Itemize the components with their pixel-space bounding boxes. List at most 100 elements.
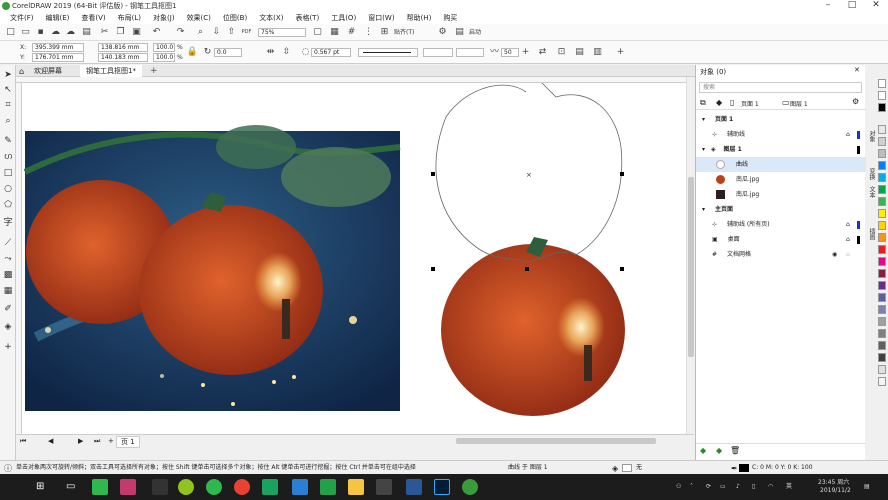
swatch-black[interactable] [878,103,886,112]
save-icon[interactable]: ▪ [34,26,47,39]
close-curve-icon[interactable]: ⊡ [555,46,568,59]
task-view-icon[interactable]: ▭ [66,481,75,492]
reverse-direction-icon[interactable]: ⇄ [536,46,549,59]
drop-shadow-icon[interactable]: ▩ [2,269,14,281]
taskbar-game-icon[interactable] [376,479,392,495]
swatch-green[interactable] [878,185,886,194]
last-page-icon[interactable]: ⏭ [94,437,100,446]
swatch-gold[interactable] [878,221,886,230]
taskbar-bird-icon[interactable] [292,479,308,495]
swatch-slate[interactable] [878,293,886,302]
swatch-gray-80[interactable] [878,353,886,362]
crop-tool-icon[interactable]: ⌗ [2,99,14,111]
menu-layout[interactable]: 布局(L) [112,13,147,23]
taskbar-coreldraw-icon[interactable] [462,479,478,495]
tree-page-1[interactable]: ▾ 页面 1 [696,112,866,127]
tree-document-grid[interactable]: # 文档网格 ◉ ⌂ [696,247,866,262]
side-tab-objects[interactable]: 对象 [865,130,876,142]
tray-battery-icon[interactable]: ▯ [752,474,755,500]
zoom-tool-icon[interactable]: ⌕ [2,115,14,127]
open-icon[interactable]: ▭ [19,26,32,39]
add-page-icon[interactable]: + [108,437,114,445]
expand-icon[interactable]: ▾ [696,206,705,213]
wrap-text-icon[interactable]: ▤ [573,46,586,59]
drawing-canvas[interactable]: × [16,77,686,434]
cloud-upload-icon[interactable]: ☁ [49,26,62,39]
freehand-tool-icon[interactable]: ✎ [2,135,14,147]
options-gear-icon[interactable]: ⚙ [436,26,449,39]
swatch-gray-50[interactable] [878,329,886,338]
swatch-gray-60[interactable] [878,341,886,350]
swatch-gray-10[interactable] [878,125,886,134]
tree-layer-1[interactable]: ▾ ◈ 图层 1 [696,142,866,157]
tree-desktop[interactable]: ▣ 桌面 ⌂ [696,232,866,247]
shape-tool-icon[interactable]: ↖ [2,84,14,96]
transparency-tool-icon[interactable]: ▦ [2,285,14,297]
menu-object[interactable]: 对象(J) [147,13,181,23]
vertical-scrollbar[interactable] [686,77,694,434]
scale-x-field[interactable]: 100.0 [153,43,175,52]
swatch-red[interactable] [878,245,886,254]
rectangle-tool-icon[interactable]: □ [2,167,14,179]
swatch-cyan[interactable] [878,161,886,170]
menu-help[interactable]: 帮助(H) [401,13,438,23]
to-front-icon[interactable]: ▥ [591,46,604,59]
tree-master-page[interactable]: ▾ 主页面 [696,202,866,217]
redo-icon[interactable]: ↷ [174,26,187,39]
end-arrow-select[interactable] [456,48,484,57]
page-tab[interactable]: 页 1 [116,436,140,448]
print-icon[interactable]: ▤ [80,26,93,39]
cloud-download-icon[interactable]: ☁ [64,26,77,39]
swatch-white[interactable] [878,91,886,100]
tray-network-icon[interactable]: ▭ [720,474,726,500]
text-tool-icon[interactable]: 字 [2,217,14,229]
taskbar-wechat2-icon[interactable] [206,479,222,495]
lock-icon[interactable]: ⌂ [846,247,850,262]
line-style-select[interactable] [358,48,418,57]
horizontal-scroll-thumb[interactable] [456,438,656,444]
taskbar-chat-icon[interactable] [178,479,194,495]
mirror-horizontal-icon[interactable]: ⇹ [264,46,277,59]
swatch-yellow[interactable] [878,209,886,218]
tree-curve[interactable]: 曲线 [696,157,866,172]
minimize-button[interactable]: – [816,0,840,12]
expand-icon[interactable]: ▾ [696,146,705,153]
y-position-field[interactable]: 176.701 mm [32,53,84,62]
swatch-lavender[interactable] [878,305,886,314]
add-icon[interactable]: + [614,46,627,59]
mirror-vertical-icon[interactable]: ⇳ [280,46,293,59]
visibility-eye-icon[interactable]: ◉ [832,247,837,262]
cut-icon[interactable]: ✂ [98,26,111,39]
docker-options-gear-icon[interactable]: ⚙ [852,97,859,106]
ellipse-tool-icon[interactable]: ○ [2,183,14,195]
copy-icon[interactable]: ❐ [114,26,127,39]
side-tab-text[interactable]: 文本 [865,186,876,198]
lock-ratio-icon[interactable]: 🔒 [186,46,199,59]
lock-icon[interactable]: ⌂ [846,127,850,142]
first-page-icon[interactable]: ⏮ [20,437,26,446]
tree-pumpkin-1[interactable]: 南瓜.jpg [696,172,866,187]
import-icon[interactable]: ⇩ [210,26,223,39]
width-field[interactable]: 138.816 mm [98,43,148,52]
next-page-icon[interactable]: ▶ [78,437,83,445]
interactive-fill-icon[interactable]: ◈ [2,321,14,333]
height-field[interactable]: 140.183 mm [98,53,148,62]
eyedropper-tool-icon[interactable]: ✐ [2,303,14,315]
prev-page-icon[interactable]: ◀ [48,437,53,445]
tray-sync-icon[interactable]: ⟳ [706,474,711,500]
new-master-layer-icon[interactable]: ◆ [716,446,722,455]
taskbar-chrome-icon[interactable] [234,479,250,495]
menu-table[interactable]: 表格(T) [289,13,325,23]
taskbar-explorer-icon[interactable] [348,479,364,495]
close-button[interactable]: ✕ [864,0,888,12]
swatch-none[interactable] [878,79,886,88]
tree-guides-all[interactable]: ⊹ 辅助线 (所有页) ⌂ [696,217,866,232]
show-properties-icon[interactable]: ⧉ [700,98,706,108]
connector-tool-icon[interactable]: ⤳ [2,253,14,265]
tray-notification-icon[interactable]: ▤ [864,474,870,500]
tab-document[interactable]: 钢笔工具抠图1* [80,65,142,77]
menu-buy[interactable]: 购买 [437,13,463,23]
side-tab-illustration[interactable]: 插图 [865,228,876,240]
smoothing-field[interactable]: 50 [501,48,519,57]
docker-close-icon[interactable]: ✕ [854,66,860,74]
